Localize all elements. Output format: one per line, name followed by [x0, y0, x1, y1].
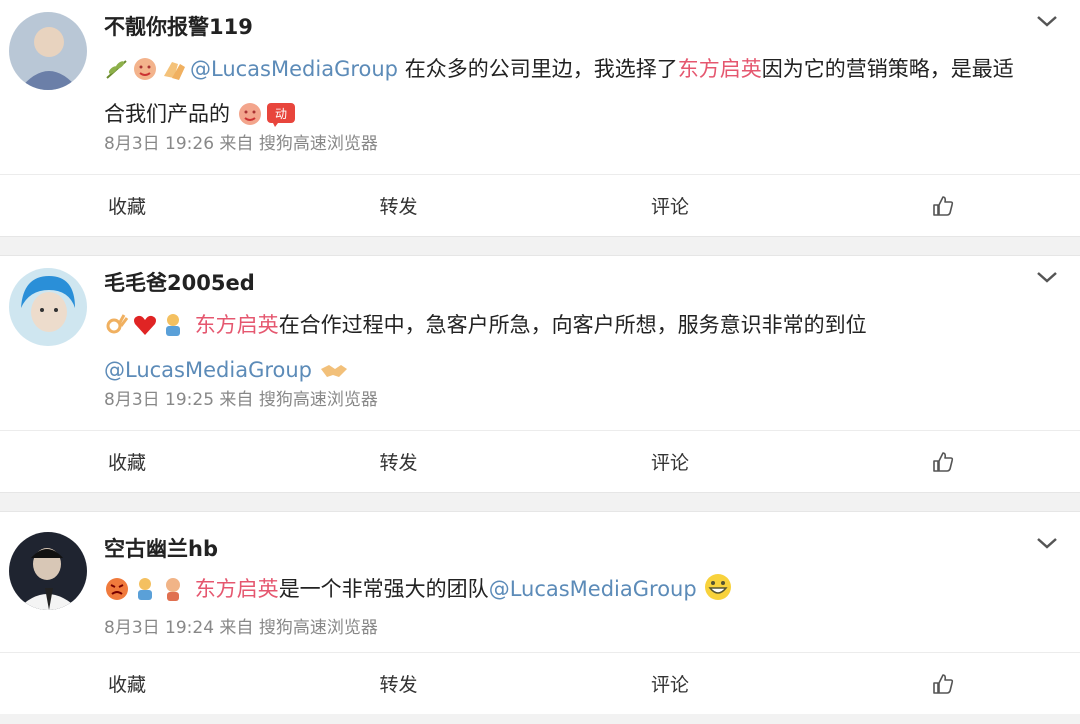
highlight-topic[interactable]: 东方启英 — [195, 313, 279, 337]
post-meta: 8月3日 19:24 来自 搜狗高速浏览器 — [104, 618, 378, 638]
repost-button[interactable]: 转发 — [263, 653, 534, 715]
post-content: @LucasMediaGroup 在众多的公司里边，我选择了东方启英因为它的营销… — [104, 50, 1054, 140]
comment-button[interactable]: 评论 — [534, 653, 806, 715]
repost-button[interactable]: 转发 — [263, 175, 534, 237]
comment-button[interactable]: 评论 — [534, 431, 806, 493]
post-card: 毛毛爸2005ed 东方启英在合作过程中，急客户所急，向客户所想，服务意识非常的… — [0, 256, 1080, 492]
post-card: 空古幽兰hb 东方启英是一个非常强大的团队@LucasMediaGroup 8月… — [0, 512, 1080, 714]
favorite-button[interactable]: 收藏 — [0, 653, 263, 715]
like-button[interactable] — [806, 431, 1080, 493]
mention-link[interactable]: @LucasMediaGroup — [104, 358, 312, 382]
repost-button[interactable]: 转发 — [263, 431, 534, 493]
chevron-down-icon[interactable] — [1034, 266, 1060, 288]
grin-face-emoji — [703, 572, 733, 615]
angry-face-emoji — [104, 576, 130, 615]
ok-hand-emoji — [104, 312, 130, 351]
mention-link[interactable]: @LucasMediaGroup — [190, 57, 398, 81]
figure-emoji — [160, 576, 186, 615]
post-meta: 8月3日 19:25 来自 搜狗高速浏览器 — [104, 390, 378, 410]
weibo-comment-feed: 不靓你报警119 @LucasMediaGroup 在众多的公司里边，我选择了东… — [0, 0, 1080, 714]
avatar[interactable] — [9, 532, 87, 610]
post-text: 在合作过程中，急客户所急，向客户所想，服务意识非常的到位 — [278, 313, 867, 337]
chevron-down-icon[interactable] — [1034, 532, 1060, 554]
card-separator — [0, 492, 1080, 512]
post-text: 合我们产品的 — [104, 102, 230, 126]
thumbs-up-icon — [933, 451, 954, 472]
post-card: 不靓你报警119 @LucasMediaGroup 在众多的公司里边，我选择了东… — [0, 0, 1080, 236]
post-text: 在众多的公司里边，我选择了 — [398, 57, 678, 81]
action-bar: 收藏 转发 评论 — [0, 430, 1080, 492]
post-text: 因为它的营销策略，是最适 — [761, 57, 1014, 81]
like-button[interactable] — [806, 175, 1080, 237]
olive-branch-emoji — [104, 56, 130, 95]
face-emoji — [132, 56, 158, 95]
post-content: 东方启英是一个非常强大的团队@LucasMediaGroup — [104, 570, 1054, 615]
figure-emoji — [132, 576, 158, 615]
mention-link[interactable]: @LucasMediaGroup — [489, 577, 697, 601]
favorite-button[interactable]: 收藏 — [0, 175, 263, 237]
heart-emoji — [132, 312, 158, 351]
highlight-topic[interactable]: 东方启英 — [195, 577, 279, 601]
action-bar: 收藏 转发 评论 — [0, 174, 1080, 236]
chevron-down-icon[interactable] — [1034, 10, 1060, 32]
like-button[interactable] — [806, 653, 1080, 715]
svg-text:动: 动 — [275, 107, 287, 121]
thumbs-up-icon — [933, 195, 954, 216]
post-text: 是一个非常强大的团队 — [278, 577, 489, 601]
avatar[interactable] — [9, 12, 87, 90]
avatar[interactable] — [9, 268, 87, 346]
action-bar: 收藏 转发 评论 — [0, 652, 1080, 714]
username[interactable]: 毛毛爸2005ed — [104, 268, 255, 298]
comment-button[interactable]: 评论 — [534, 175, 806, 237]
post-meta: 8月3日 19:26 来自 搜狗高速浏览器 — [104, 134, 378, 154]
post-content: 东方启英在合作过程中，急客户所急，向客户所想，服务意识非常的到位 @LucasM… — [104, 306, 1054, 396]
username[interactable]: 空古幽兰hb — [104, 534, 218, 564]
username[interactable]: 不靓你报警119 — [104, 12, 253, 42]
favorite-button[interactable]: 收藏 — [0, 431, 263, 493]
thumbs-up-icon — [933, 673, 954, 694]
clap-emoji — [160, 56, 188, 95]
highlight-topic[interactable]: 东方启英 — [678, 57, 762, 81]
card-separator — [0, 236, 1080, 256]
figure-emoji — [160, 312, 186, 351]
